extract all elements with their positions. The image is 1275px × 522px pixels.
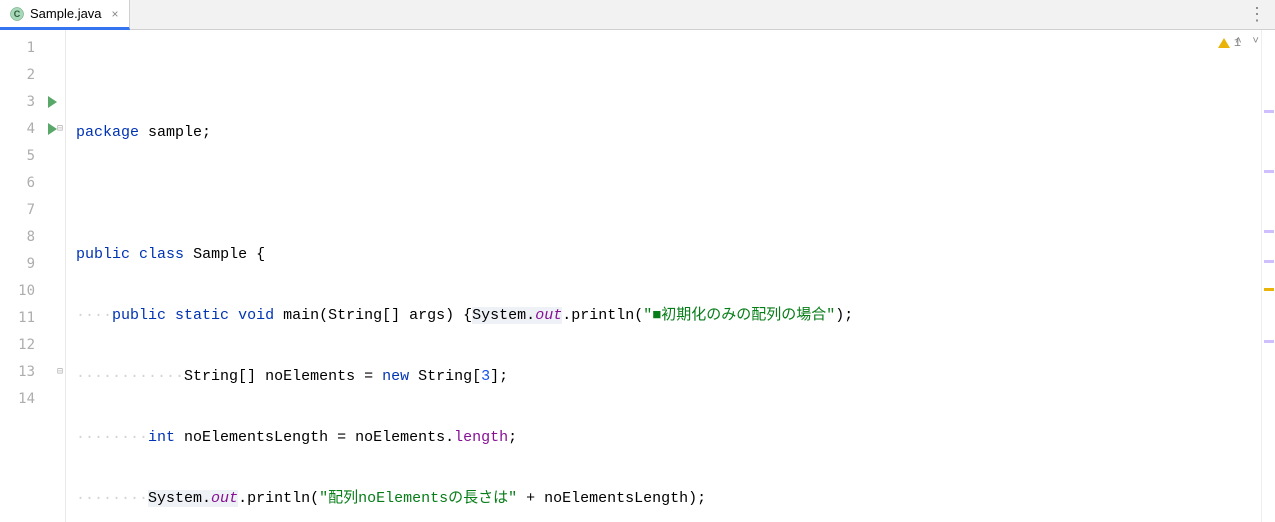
inspection-nav[interactable]: ˄ ˅ bbox=[1235, 36, 1259, 48]
code-line[interactable]: package sample; bbox=[66, 119, 1261, 146]
line-number: 14 bbox=[0, 385, 65, 412]
line-number: 5 bbox=[0, 142, 65, 169]
fold-icon[interactable]: ⊟ bbox=[57, 367, 66, 376]
line-number: 13⊟ bbox=[0, 358, 65, 385]
editor: 1 2 3 4⊟ 5 6 7 8 9 10 11 12 13⊟ 14 1 ˄ ˅… bbox=[0, 30, 1275, 522]
line-number: 1 bbox=[0, 34, 65, 61]
more-icon: ⋮ bbox=[1248, 4, 1265, 25]
code-area[interactable]: 1 ˄ ˅ package sample; public class Sampl… bbox=[66, 30, 1261, 522]
code-line[interactable] bbox=[66, 180, 1261, 207]
chevron-up-icon[interactable]: ˄ bbox=[1235, 36, 1242, 48]
marker[interactable] bbox=[1264, 340, 1274, 343]
svg-text:C: C bbox=[14, 9, 21, 19]
close-icon[interactable]: × bbox=[112, 7, 119, 21]
fold-icon[interactable]: ⊟ bbox=[57, 124, 66, 133]
java-class-icon: C bbox=[10, 7, 24, 21]
tab-sample-java[interactable]: C Sample.java × bbox=[0, 0, 130, 30]
line-number: 11 bbox=[0, 304, 65, 331]
marker[interactable] bbox=[1264, 110, 1274, 113]
error-stripe[interactable] bbox=[1261, 30, 1275, 522]
line-number: 10 bbox=[0, 277, 65, 304]
marker[interactable] bbox=[1264, 230, 1274, 233]
run-icon[interactable] bbox=[48, 96, 57, 108]
code-line[interactable]: ············String[] noElements = new St… bbox=[66, 363, 1261, 390]
run-icon[interactable] bbox=[48, 123, 57, 135]
code-line[interactable]: public class Sample { bbox=[66, 241, 1261, 268]
line-number: 9 bbox=[0, 250, 65, 277]
code-line[interactable]: ········System.out.println("配列noElements… bbox=[66, 485, 1261, 512]
code-line[interactable]: ····public static void main(String[] arg… bbox=[66, 302, 1261, 329]
line-number: 3 bbox=[0, 88, 65, 115]
line-number: 2 bbox=[0, 61, 65, 88]
line-number: 12 bbox=[0, 331, 65, 358]
gutter[interactable]: 1 2 3 4⊟ 5 6 7 8 9 10 11 12 13⊟ 14 bbox=[0, 30, 66, 522]
marker[interactable] bbox=[1264, 170, 1274, 173]
chevron-down-icon[interactable]: ˅ bbox=[1252, 36, 1259, 48]
tab-title: Sample.java bbox=[30, 6, 102, 21]
marker[interactable] bbox=[1264, 260, 1274, 263]
warning-marker[interactable] bbox=[1264, 288, 1274, 291]
line-number: 6 bbox=[0, 169, 65, 196]
line-number: 8 bbox=[0, 223, 65, 250]
warning-icon bbox=[1218, 38, 1230, 48]
tab-bar: C Sample.java × ⋮ bbox=[0, 0, 1275, 30]
line-number: 7 bbox=[0, 196, 65, 223]
tab-bar-options[interactable]: ⋮ bbox=[1238, 0, 1275, 29]
line-number: 4⊟ bbox=[0, 115, 65, 142]
code-line[interactable]: ········int noElementsLength = noElement… bbox=[66, 424, 1261, 451]
